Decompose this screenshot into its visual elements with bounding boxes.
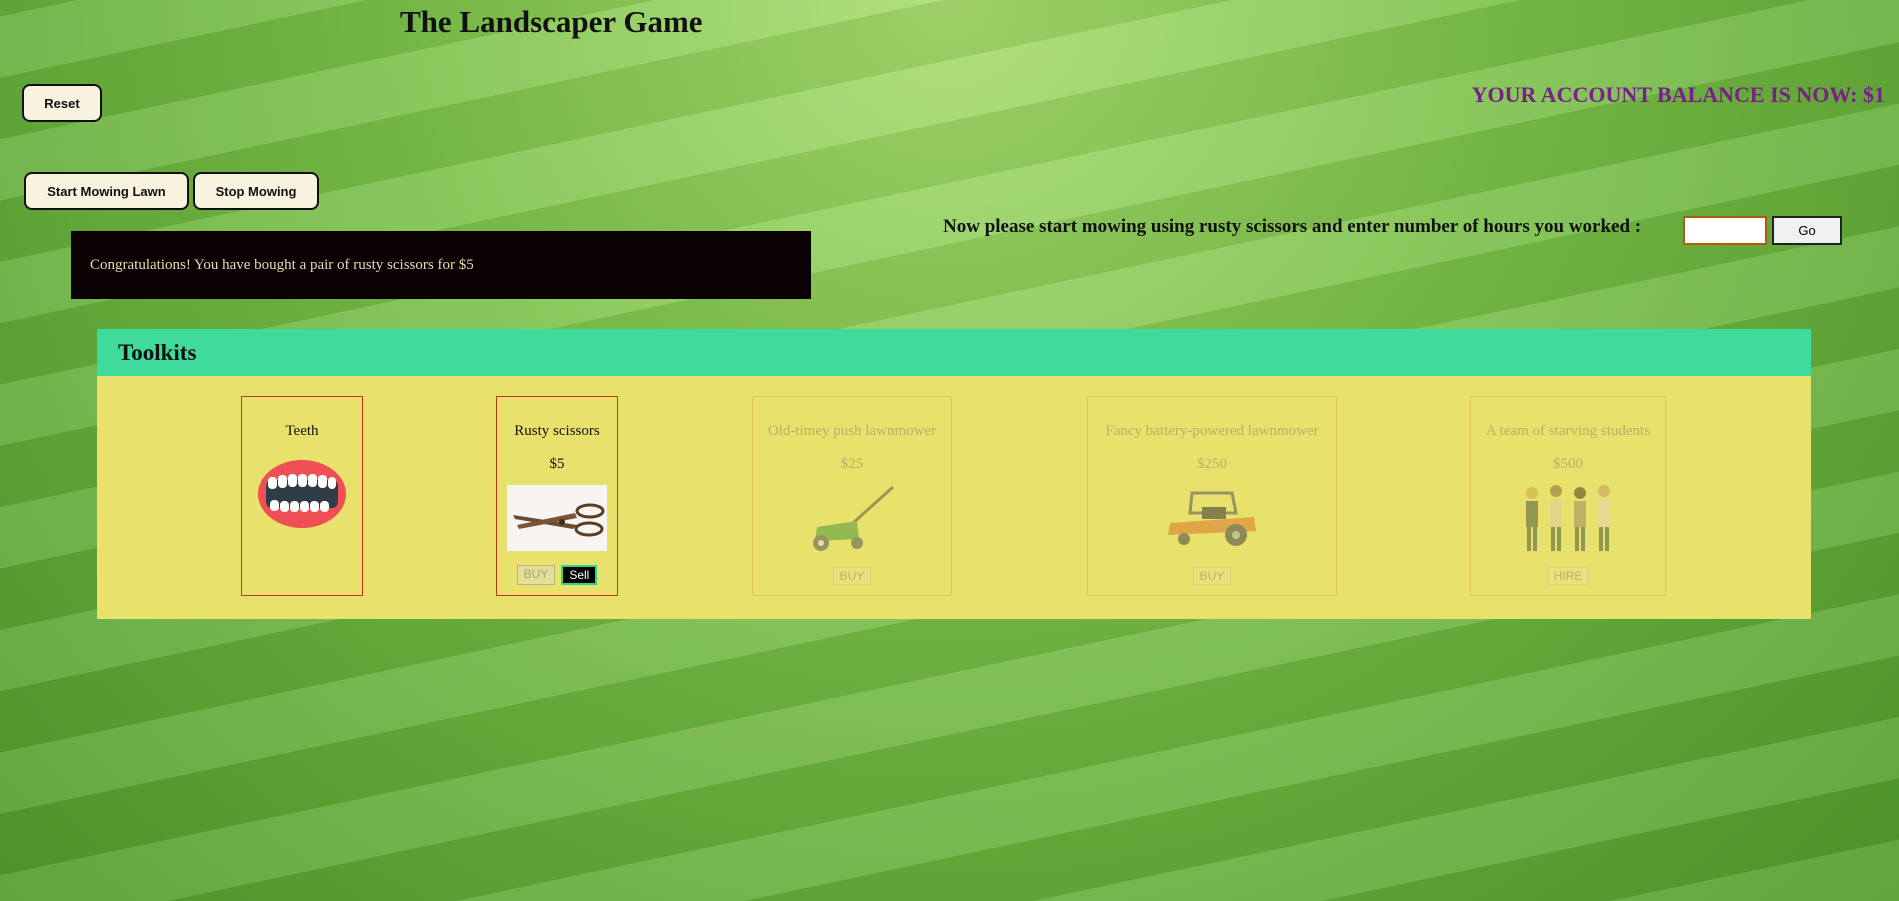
toolkits-heading: Toolkits [97, 329, 1811, 376]
go-button[interactable]: Go [1772, 216, 1842, 245]
buy-button[interactable]: BUY [832, 567, 872, 585]
students-icon [1471, 483, 1665, 555]
toolkit-price: $250 [1197, 456, 1227, 472]
sell-button[interactable]: Sell [561, 565, 598, 585]
hire-button[interactable]: HIRE [1546, 567, 1590, 585]
toolkit-price: $500 [1553, 456, 1583, 472]
toolkit-name: Fancy battery-powered lawnmower [1105, 423, 1319, 439]
buy-button[interactable]: BUY [516, 565, 556, 585]
toolkit-name: Teeth [285, 423, 319, 439]
push-lawnmower-icon [753, 483, 951, 555]
message-box: Congratulations! You have bought a pair … [71, 231, 811, 299]
account-balance: YOUR ACCOUNT BALANCE IS NOW: $1 [1471, 82, 1885, 107]
hours-input[interactable] [1683, 216, 1767, 245]
toolkit-card-battery-lawnmower: Fancy battery-powered lawnmower $250 BUY [1087, 396, 1337, 596]
toolkit-price: $5 [549, 456, 565, 472]
toolkit-name: Old-timey push lawnmower [767, 423, 937, 439]
teeth-icon [242, 458, 362, 530]
toolkits-panel: Toolkits Teeth Rusty scissors $5 BUY Sel… [97, 329, 1811, 619]
message-text: Congratulations! You have bought a pair … [90, 257, 474, 273]
buy-button[interactable]: BUY [1192, 567, 1232, 585]
page-title: The Landscaper Game [400, 4, 703, 39]
toolkit-name: Rusty scissors [514, 423, 600, 439]
toolkit-card-rusty-scissors: Rusty scissors $5 BUY Sell [496, 396, 618, 596]
toolkit-name: A team of starving students [1485, 423, 1651, 439]
reset-button[interactable]: Reset [22, 84, 102, 122]
toolkit-card-students: A team of starving students $500 HIRE [1470, 396, 1666, 596]
toolkit-price: $25 [840, 456, 864, 472]
stop-mowing-button[interactable]: Stop Mowing [193, 172, 319, 210]
riding-lawnmower-icon [1088, 483, 1336, 549]
hours-prompt: Now please start mowing using rusty scis… [943, 216, 1642, 237]
toolkit-card-push-lawnmower: Old-timey push lawnmower $25 BUY [752, 396, 952, 596]
scissors-icon [497, 485, 617, 551]
toolkit-card-teeth: Teeth [241, 396, 363, 596]
start-mowing-button[interactable]: Start Mowing Lawn [24, 172, 189, 210]
